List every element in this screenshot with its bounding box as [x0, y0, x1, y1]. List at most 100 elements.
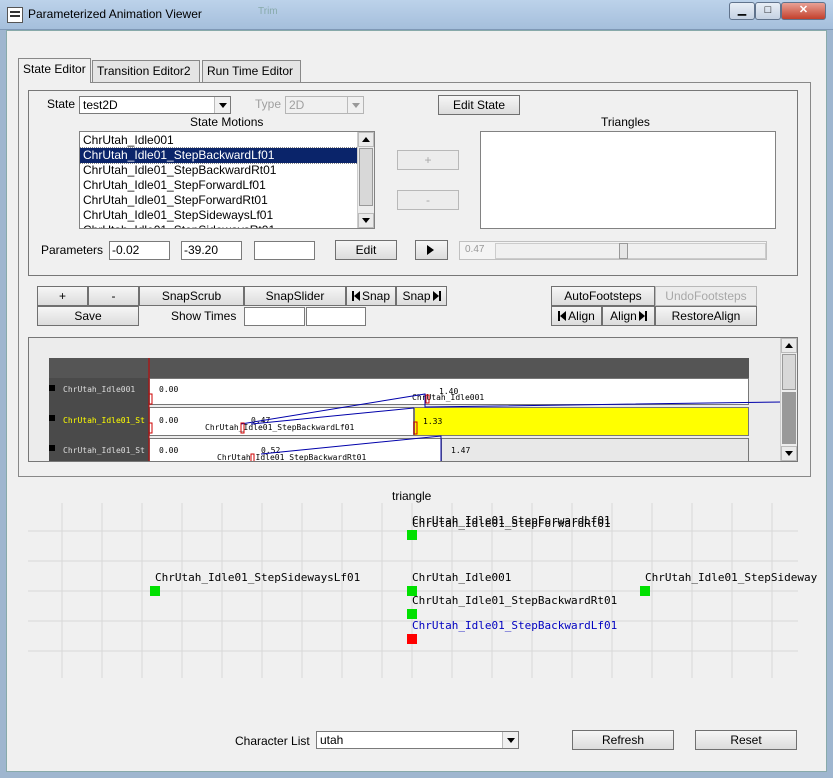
- align-right-label: Align: [610, 309, 637, 323]
- point-label-sideways-lf: ChrUtah_Idle01_StepSidewaysLf01: [155, 571, 361, 584]
- state-select[interactable]: test2D: [79, 96, 231, 114]
- parameters-label: Parameters: [41, 243, 104, 257]
- triangle-parameter-space[interactable]: ChrUtah_Idle01_StepForwardLf01 ChrUtah_I…: [28, 488, 817, 678]
- save-button[interactable]: Save: [37, 306, 139, 326]
- minimize-button[interactable]: ▁: [729, 2, 755, 20]
- character-list-value: utah: [320, 733, 344, 747]
- key-marker-3: [240, 422, 245, 434]
- snap-right-button[interactable]: Snap: [396, 286, 447, 306]
- state-motions-items: ChrUtah_Idle001 ChrUtah_Idle01_StepBackwa…: [80, 133, 359, 228]
- edit-parameters-button[interactable]: Edit: [335, 240, 397, 260]
- scroll-thumb[interactable]: [782, 354, 796, 390]
- reset-button[interactable]: Reset: [695, 730, 797, 750]
- point-backward-lf-current[interactable]: [407, 634, 417, 644]
- point-label-idle: ChrUtah_Idle001: [412, 571, 512, 584]
- tab-run-time-editor[interactable]: Run Time Editor: [202, 60, 301, 82]
- character-list-select[interactable]: utah: [316, 731, 519, 749]
- undo-footsteps-button[interactable]: UndoFootsteps: [655, 286, 757, 306]
- timeline-overlay: [148, 358, 783, 461]
- slider-thumb[interactable]: [619, 243, 628, 259]
- show-times-label: Show Times: [171, 309, 237, 323]
- motion-list-item[interactable]: ChrUtah_Idle01_StepForwardLf01: [80, 178, 358, 193]
- snap-right-label: Snap: [402, 289, 431, 303]
- auto-footsteps-button[interactable]: AutoFootsteps: [551, 286, 655, 306]
- add-button[interactable]: +: [37, 286, 88, 306]
- motion-list-item[interactable]: ChrUtah_Idle01_StepSidewaysRt01: [80, 223, 358, 228]
- skip-forward-icon: [644, 311, 647, 321]
- app-icon: [7, 7, 23, 23]
- scroll-thumb[interactable]: [359, 148, 373, 206]
- remove-triangle-button[interactable]: -: [397, 190, 459, 210]
- motions-scrollbar[interactable]: [357, 132, 374, 228]
- state-motions-list[interactable]: ChrUtah_Idle001 ChrUtah_Idle01_StepBackwa…: [79, 131, 375, 229]
- point-label-backward-lf: ChrUtah_Idle01_StepBackwardLf01: [412, 619, 618, 632]
- snap-scrub-button[interactable]: SnapScrub: [139, 286, 244, 306]
- chevron-down-icon[interactable]: [347, 97, 363, 113]
- maximize-button[interactable]: □: [755, 2, 781, 20]
- restore-align-button[interactable]: RestoreAlign: [655, 306, 757, 326]
- align-left-label: Align: [568, 309, 595, 323]
- add-triangle-button[interactable]: +: [397, 150, 459, 170]
- point-backward-rt[interactable]: [407, 609, 417, 619]
- scroll-track[interactable]: [782, 392, 796, 444]
- key-marker-1: [425, 394, 430, 404]
- triangles-label: Triangles: [601, 115, 650, 129]
- timeline-view[interactable]: ChrUtah_Idle001 ChrUtah_Idle01_St ChrUta…: [28, 337, 798, 462]
- state-select-value: test2D: [83, 98, 118, 112]
- key-marker-5: [148, 422, 153, 434]
- scroll-up-icon[interactable]: [781, 338, 797, 353]
- motion-list-item[interactable]: ChrUtah_Idle01_StepBackwardLf01: [80, 147, 359, 164]
- character-list-label: Character List: [235, 734, 310, 748]
- snap-left-label: Snap: [361, 289, 391, 303]
- motion-list-item[interactable]: ChrUtah_Idle001: [80, 133, 358, 148]
- key-marker-6: [250, 453, 255, 461]
- motion-list-item[interactable]: ChrUtah_Idle01_StepBackwardRt01: [80, 163, 358, 178]
- parameter-1-field[interactable]: -0.02: [109, 241, 170, 260]
- tab-state-editor[interactable]: State Editor: [18, 58, 91, 83]
- scroll-down-icon[interactable]: [358, 213, 374, 228]
- point-forward[interactable]: [407, 530, 417, 540]
- motion-list-item[interactable]: ChrUtah_Idle01_StepSidewaysLf01: [80, 208, 358, 223]
- motion-list-item[interactable]: ChrUtah_Idle01_StepForwardRt01: [80, 193, 358, 208]
- chevron-down-icon[interactable]: [502, 732, 518, 748]
- point-label-forward-rt: ChrUtah_Idle01_StepForwardRt01: [412, 517, 611, 530]
- point-sideways-lf[interactable]: [150, 586, 160, 596]
- slider-track[interactable]: [495, 243, 766, 259]
- triangle-left-icon: [353, 291, 360, 301]
- close-button[interactable]: ✕: [781, 2, 826, 20]
- point-label-backward-rt: ChrUtah_Idle01_StepBackwardRt01: [412, 594, 618, 607]
- skip-forward-icon: [438, 291, 441, 301]
- point-label-sideways-rt: ChrUtah_Idle01_StepSideway: [645, 571, 818, 584]
- scroll-down-icon[interactable]: [781, 446, 797, 461]
- state-label: State: [47, 97, 76, 111]
- parameter-3-field[interactable]: [254, 241, 315, 260]
- timeline-scrollbar[interactable]: [780, 338, 797, 461]
- triangles-list[interactable]: [480, 131, 776, 229]
- align-right-button[interactable]: Align: [602, 306, 655, 326]
- refresh-button[interactable]: Refresh: [572, 730, 674, 750]
- align-left-button[interactable]: Align: [551, 306, 602, 326]
- slider-value-label: 0.47: [465, 244, 485, 255]
- scroll-up-icon[interactable]: [358, 132, 374, 147]
- type-select[interactable]: 2D: [285, 96, 364, 114]
- window-title: Parameterized Animation Viewer: [28, 7, 202, 21]
- correspondence-line-3: [260, 435, 442, 461]
- triangle-left-icon: [560, 311, 567, 321]
- show-times-field-2[interactable]: [306, 307, 366, 326]
- type-label: Type: [255, 97, 282, 111]
- show-times-field-1[interactable]: [244, 307, 305, 326]
- parameter-2-field[interactable]: -39.20: [181, 241, 242, 260]
- remove-button[interactable]: -: [88, 286, 139, 306]
- play-button[interactable]: [415, 240, 448, 260]
- snap-left-button[interactable]: Snap: [346, 286, 396, 306]
- tab-transition-editor2[interactable]: Transition Editor2: [92, 60, 200, 82]
- chevron-down-icon[interactable]: [214, 97, 230, 113]
- correspondence-line-2: [250, 407, 415, 425]
- snap-slider-button[interactable]: SnapSlider: [244, 286, 346, 306]
- parameter-slider[interactable]: 0.47: [459, 241, 767, 260]
- key-marker-2: [413, 421, 418, 435]
- edit-state-button[interactable]: Edit State: [438, 95, 520, 115]
- correspondence-line-1: [240, 393, 783, 425]
- point-sideways-rt[interactable]: [640, 586, 650, 596]
- state-motions-label: State Motions: [190, 115, 264, 129]
